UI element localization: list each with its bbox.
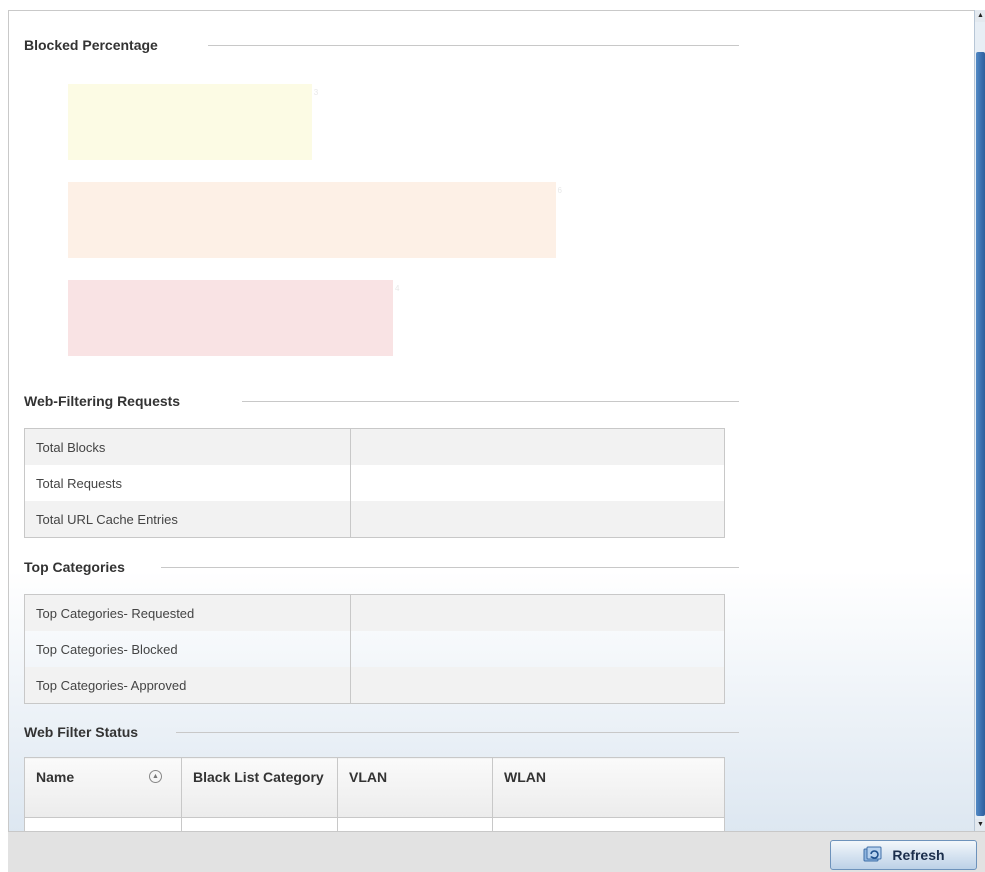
top-categories-requested-value bbox=[350, 594, 725, 631]
refresh-button[interactable]: Refresh bbox=[830, 840, 977, 870]
web-filter-status-title: Web Filter Status bbox=[24, 724, 139, 740]
column-header-wlan[interactable]: WLAN bbox=[492, 757, 725, 818]
section-divider bbox=[176, 732, 739, 733]
table-row: Top Categories- Approved bbox=[24, 667, 725, 704]
column-header-vlan[interactable]: VLAN bbox=[337, 757, 493, 818]
total-blocks-value bbox=[350, 428, 725, 465]
table-header-row: Name ▲ Black List Category VLAN WLAN bbox=[24, 757, 725, 818]
total-requests-label: Total Requests bbox=[36, 475, 122, 491]
column-header-vlan-label: VLAN bbox=[349, 769, 388, 785]
table-row: Total Requests bbox=[25, 465, 725, 501]
column-header-name-label: Name bbox=[36, 769, 75, 785]
chart-data-label: 3 bbox=[313, 88, 319, 97]
top-categories-blocked-value bbox=[350, 631, 725, 667]
chart-bar bbox=[68, 280, 393, 356]
section-divider bbox=[208, 45, 739, 46]
web-filter-status-heading: Web Filter Status bbox=[24, 722, 739, 742]
web-filtering-requests-table: Total Blocks Total Requests Total URL Ca… bbox=[24, 428, 725, 538]
refresh-icon bbox=[863, 846, 882, 862]
web-filtering-requests-title: Web-Filtering Requests bbox=[24, 393, 181, 409]
table-row bbox=[24, 817, 725, 832]
footer-bar: Refresh bbox=[8, 831, 985, 872]
column-header-name[interactable]: Name ▲ bbox=[24, 757, 182, 818]
table-row: Top Categories- Requested bbox=[24, 594, 725, 631]
total-blocks-label: Total Blocks bbox=[24, 428, 351, 465]
column-header-black-list-category-label: Black List Category bbox=[193, 769, 324, 785]
vertical-scrollbar[interactable]: ▲ ▼ bbox=[974, 10, 985, 831]
top-categories-blocked-label: Top Categories- Blocked bbox=[36, 641, 178, 657]
total-requests-value bbox=[350, 465, 725, 501]
top-categories-title: Top Categories bbox=[24, 559, 125, 575]
blocked-percentage-heading: Blocked Percentage bbox=[24, 35, 739, 55]
total-url-cache-entries-label: Total URL Cache Entries bbox=[24, 501, 351, 538]
table-row: Total Blocks bbox=[24, 428, 725, 465]
table-row: Top Categories- Blocked bbox=[25, 631, 725, 667]
column-header-black-list-category[interactable]: Black List Category bbox=[181, 757, 338, 818]
web-filter-status-table: Name ▲ Black List Category VLAN WLAN bbox=[24, 757, 725, 832]
table-row: Total URL Cache Entries bbox=[24, 501, 725, 538]
chart-data-label: 6 bbox=[557, 186, 562, 195]
section-divider bbox=[161, 567, 739, 568]
top-categories-requested-label: Top Categories- Requested bbox=[24, 594, 351, 631]
top-categories-approved-value bbox=[350, 667, 725, 704]
blocked-percentage-title: Blocked Percentage bbox=[24, 37, 158, 53]
section-divider bbox=[242, 401, 739, 402]
top-categories-heading: Top Categories bbox=[24, 557, 739, 577]
chart-bar bbox=[68, 182, 556, 258]
web-filter-statistics-panel: Blocked Percentage 3 6 4 Web-Filtering Req… bbox=[8, 10, 976, 832]
top-categories-table: Top Categories- Requested Top Categories… bbox=[24, 594, 725, 704]
scrollbar-thumb[interactable] bbox=[976, 52, 985, 816]
chart-bar bbox=[68, 84, 312, 160]
sort-up-icon[interactable]: ▲ bbox=[149, 770, 162, 783]
total-url-cache-entries-value bbox=[350, 501, 725, 538]
column-header-wlan-label: WLAN bbox=[504, 769, 546, 785]
top-categories-approved-label: Top Categories- Approved bbox=[24, 667, 351, 704]
table-cell bbox=[492, 817, 725, 832]
scroll-down-arrow-icon[interactable]: ▼ bbox=[975, 819, 985, 831]
refresh-button-label: Refresh bbox=[892, 847, 945, 863]
table-cell bbox=[181, 817, 338, 832]
table-cell bbox=[337, 817, 493, 832]
scroll-up-arrow-icon[interactable]: ▲ bbox=[975, 10, 985, 22]
chart-data-label: 4 bbox=[395, 284, 400, 293]
blocked-percentage-chart: 3 6 4 bbox=[24, 71, 724, 361]
web-filtering-requests-heading: Web-Filtering Requests bbox=[24, 391, 739, 411]
table-cell bbox=[24, 817, 182, 832]
